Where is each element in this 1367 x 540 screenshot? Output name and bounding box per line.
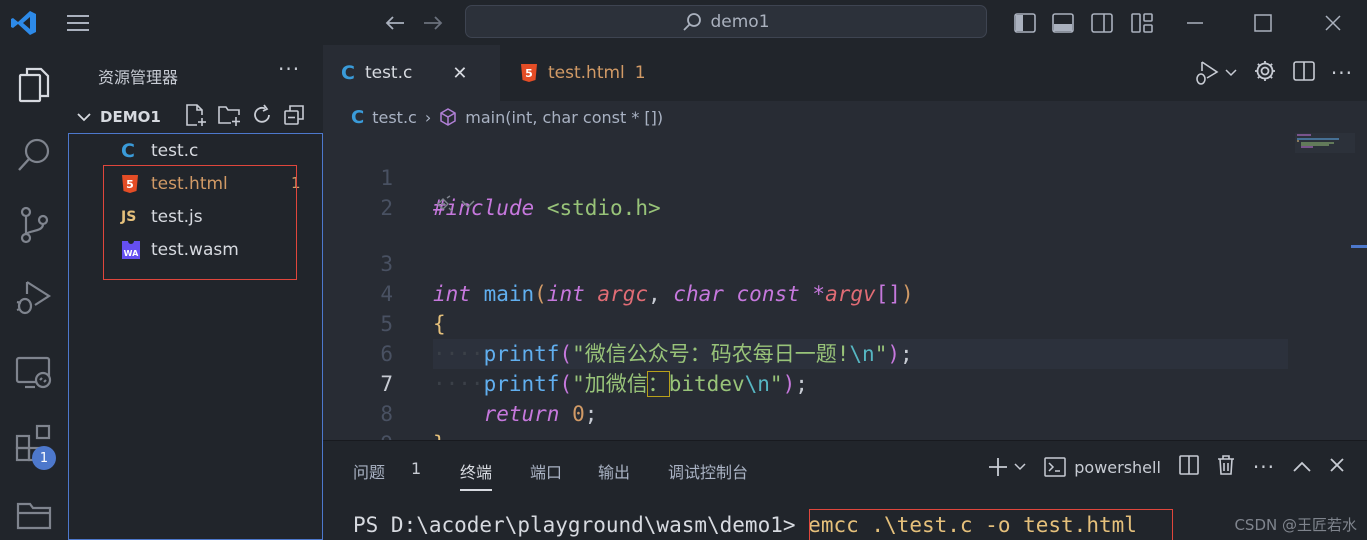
- maximize-window-icon[interactable]: [1248, 0, 1278, 45]
- new-terminal-dropdown[interactable]: [988, 457, 1026, 477]
- chevron-up-icon[interactable]: [1293, 458, 1311, 477]
- toggle-secondary-sidebar-icon[interactable]: [1089, 0, 1115, 45]
- file-name: test.c: [151, 140, 199, 161]
- c-language-icon: C: [121, 139, 135, 162]
- new-folder-icon[interactable]: [217, 103, 241, 131]
- search-icon[interactable]: [0, 125, 68, 185]
- vscode-logo-icon: [8, 0, 40, 45]
- gear-icon[interactable]: [1253, 59, 1277, 87]
- chevron-down-icon: [461, 200, 475, 209]
- scrollbar-cursor-marker: [1351, 245, 1367, 248]
- tab-problem-badge: 1: [634, 63, 646, 83]
- explorer-actions: [185, 103, 305, 131]
- include-header: <stdio.h>: [546, 196, 661, 220]
- shell-label: powershell: [1074, 457, 1161, 477]
- close-icon[interactable]: ✕: [452, 63, 467, 84]
- sparkle-icon: [435, 195, 455, 213]
- split-terminal-icon[interactable]: [1179, 455, 1199, 479]
- command-center-search[interactable]: demo1: [465, 5, 987, 38]
- svg-text:5: 5: [525, 67, 533, 80]
- tab-debug-console[interactable]: 调试控制台: [668, 459, 748, 483]
- chevron-right-icon: ›: [424, 107, 432, 127]
- code-line-4: 4 {: [323, 249, 1353, 336]
- code-line-5: 5 ····printf("微信公众号：码农每日一题!\n");: [323, 279, 1353, 366]
- breadcrumb: C test.c › main(int, char const * []): [323, 101, 1367, 133]
- tab-output[interactable]: 输出: [598, 459, 630, 483]
- problems-count: 1: [411, 459, 422, 478]
- code-line-9: 9: [323, 399, 1353, 456]
- collapse-all-icon[interactable]: [283, 104, 305, 130]
- c-language-icon: C: [341, 62, 355, 84]
- code-line-1: 1 #include <stdio.h>: [323, 133, 1353, 220]
- toggle-primary-sidebar-icon[interactable]: [1012, 0, 1038, 45]
- terminal-prompt: PS D:\acoder\playground\wasm\demo1>: [353, 513, 796, 537]
- watermark: CSDN @王匠若水: [1234, 516, 1357, 534]
- explorer-icon[interactable]: [0, 55, 68, 115]
- folder-name: DEMO1: [100, 108, 161, 126]
- cube-symbol-icon: [439, 108, 457, 126]
- annotation-highlight-box: [809, 509, 1173, 540]
- explorer-title: 资源管理器: [98, 68, 179, 87]
- forward-arrow-icon[interactable]: [418, 0, 448, 45]
- tab-terminal[interactable]: 终端: [460, 459, 493, 491]
- bottom-panel: 问题 1 终端 端口 输出 调试控制台 powershell ··· PS D:…: [323, 440, 1367, 540]
- toggle-panel-icon[interactable]: [1050, 0, 1076, 45]
- tab-ports[interactable]: 端口: [530, 459, 562, 483]
- title-bar: demo1: [0, 0, 1367, 45]
- source-control-icon[interactable]: [0, 195, 68, 255]
- minimap[interactable]: [1289, 133, 1367, 440]
- editor-actions: ···: [1193, 45, 1353, 101]
- tab-test-html[interactable]: 5 test.html 1: [500, 45, 683, 101]
- refresh-icon[interactable]: [251, 104, 273, 130]
- code-line-3: 3 int main(int argc, char const *argv[]): [323, 219, 1353, 306]
- chevron-down-icon: [1014, 463, 1026, 471]
- tab-label: test.html: [548, 63, 625, 83]
- customize-layout-icon[interactable]: [1128, 0, 1156, 45]
- terminal-shell-selector[interactable]: powershell: [1044, 457, 1161, 477]
- code-line-6: 6 ····printf("加微信：bitdev\n");: [323, 309, 1353, 397]
- command-center-label: demo1: [710, 11, 770, 32]
- run-debug-dropdown-icon[interactable]: [1193, 60, 1237, 86]
- trash-icon[interactable]: [1217, 455, 1235, 479]
- close-window-icon[interactable]: [1318, 0, 1348, 45]
- panel-actions: powershell ···: [988, 455, 1345, 479]
- codelens[interactable]: [435, 195, 475, 213]
- menu-icon[interactable]: [60, 0, 96, 45]
- close-panel-icon[interactable]: [1329, 457, 1345, 477]
- remote-explorer-icon[interactable]: [0, 343, 68, 403]
- run-and-debug-icon[interactable]: [0, 267, 68, 327]
- code-line-2: 2: [323, 163, 1353, 220]
- editor-tab-bar: C test.c ✕ 5 test.html 1 ···: [323, 45, 1367, 101]
- breadcrumb-symbol[interactable]: main(int, char const * []): [465, 108, 663, 127]
- file-item-test-c[interactable]: C test.c: [121, 134, 198, 167]
- more-actions-icon[interactable]: ···: [1331, 61, 1353, 85]
- search-icon: [683, 12, 702, 31]
- extensions-badge: 1: [32, 446, 56, 470]
- folder-icon[interactable]: [0, 485, 68, 540]
- code-line-7: 7 return 0;: [323, 339, 1353, 426]
- tab-test-c[interactable]: C test.c ✕: [323, 45, 500, 101]
- terminal-icon: [1044, 457, 1066, 477]
- folder-header[interactable]: DEMO1: [76, 103, 161, 131]
- minimize-window-icon[interactable]: [1180, 0, 1210, 45]
- new-file-icon[interactable]: [185, 103, 207, 131]
- plus-icon: [989, 458, 1008, 476]
- code-editor[interactable]: 1 #include <stdio.h> 2 3 int main(int ar…: [323, 133, 1367, 456]
- explorer-more-button[interactable]: ···: [278, 57, 300, 81]
- tab-label: test.c: [364, 63, 413, 83]
- tab-problems[interactable]: 问题: [353, 459, 385, 483]
- back-arrow-icon[interactable]: [380, 0, 410, 45]
- explorer-sidebar: 资源管理器 ··· DEMO1 C test.c 5 test.html 1 J…: [68, 45, 323, 540]
- code-line-8: 8 }: [323, 369, 1353, 456]
- activity-bar: 1: [0, 45, 68, 540]
- split-editor-icon[interactable]: [1293, 60, 1315, 86]
- c-language-icon: C: [351, 106, 365, 128]
- html5-icon: 5: [520, 63, 538, 83]
- chevron-down-icon: [77, 113, 91, 122]
- annotation-highlight-box: [103, 165, 297, 280]
- breadcrumb-file[interactable]: test.c: [372, 108, 417, 127]
- more-actions-icon[interactable]: ···: [1253, 455, 1275, 479]
